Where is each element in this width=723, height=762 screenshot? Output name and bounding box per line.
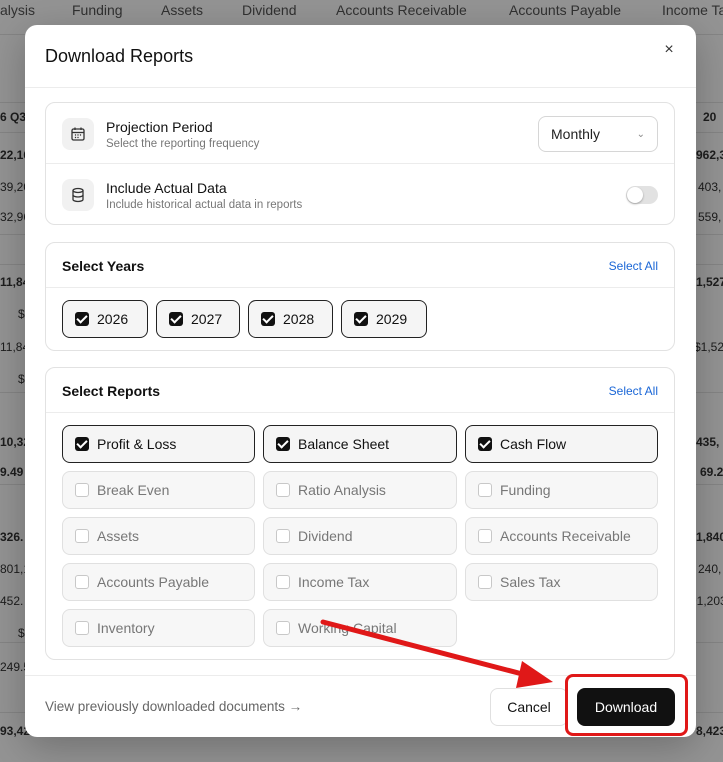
checkbox-unchecked-icon <box>478 529 492 543</box>
select-all-years-link[interactable]: Select All <box>609 259 658 273</box>
checkbox-unchecked-icon <box>75 529 89 543</box>
calendar-icon <box>62 118 94 150</box>
report-chip-assets[interactable]: Assets <box>62 517 255 555</box>
report-chip-break-even[interactable]: Break Even <box>62 471 255 509</box>
year-chip-2027[interactable]: 2027 <box>156 300 240 338</box>
checkbox-unchecked-icon <box>276 529 290 543</box>
select-years-card: Select Years Select All 2026 2027 2028 2… <box>45 242 675 351</box>
year-chip-2028[interactable]: 2028 <box>248 300 333 338</box>
checkbox-unchecked-icon <box>75 575 89 589</box>
report-chip-funding[interactable]: Funding <box>465 471 658 509</box>
checkbox-checked-icon <box>354 312 368 326</box>
report-chip-sales-tax[interactable]: Sales Tax <box>465 563 658 601</box>
report-chip-balance-sheet[interactable]: Balance Sheet <box>263 425 457 463</box>
checkbox-unchecked-icon <box>276 621 290 635</box>
select-reports-card: Select Reports Select All Profit & Loss … <box>45 367 675 660</box>
projection-period-select[interactable]: Monthly ⌄ <box>538 116 658 152</box>
checkbox-checked-icon <box>169 312 183 326</box>
report-chip-accounts-payable[interactable]: Accounts Payable <box>62 563 255 601</box>
projection-period-subtitle: Select the reporting frequency <box>106 138 260 150</box>
dialog-title: Download Reports <box>45 46 194 66</box>
report-chip-cash-flow[interactable]: Cash Flow <box>465 425 658 463</box>
checkbox-checked-icon <box>75 437 89 451</box>
report-chip-ratio-analysis[interactable]: Ratio Analysis <box>263 471 457 509</box>
options-card: Projection Period Select the reporting f… <box>45 102 675 225</box>
select-reports-title: Select Reports <box>62 383 161 399</box>
checkbox-unchecked-icon <box>276 575 290 589</box>
chevron-down-icon: ⌄ <box>636 128 645 140</box>
checkbox-unchecked-icon <box>75 483 89 497</box>
checkbox-unchecked-icon <box>75 621 89 635</box>
select-reports-header: Select Reports Select All <box>46 368 674 413</box>
report-chip-income-tax[interactable]: Income Tax <box>263 563 457 601</box>
dialog-body: Projection Period Select the reporting f… <box>45 102 675 677</box>
checkbox-unchecked-icon <box>478 575 492 589</box>
report-chip-inventory[interactable]: Inventory <box>62 609 255 647</box>
actual-data-row: Include Actual Data Include historical a… <box>46 164 674 225</box>
cancel-button[interactable]: Cancel <box>490 688 568 726</box>
actual-data-title: Include Actual Data <box>106 180 227 196</box>
checkbox-checked-icon <box>276 437 290 451</box>
download-highlight-box <box>565 674 688 736</box>
actual-data-toggle[interactable] <box>626 186 658 204</box>
database-icon <box>62 179 94 211</box>
checkbox-checked-icon <box>75 312 89 326</box>
year-chip-2026[interactable]: 2026 <box>62 300 148 338</box>
close-button[interactable]: × <box>660 41 678 59</box>
select-years-header: Select Years Select All <box>46 243 674 288</box>
year-chip-2029[interactable]: 2029 <box>341 300 427 338</box>
select-years-title: Select Years <box>62 258 145 274</box>
checkbox-checked-icon <box>261 312 275 326</box>
checkbox-checked-icon <box>478 437 492 451</box>
download-reports-dialog: Download Reports × Projection Period Sel… <box>25 25 696 737</box>
header-divider <box>25 87 696 88</box>
checkbox-unchecked-icon <box>276 483 290 497</box>
report-chip-profit-loss[interactable]: Profit & Loss <box>62 425 255 463</box>
close-icon: × <box>664 41 674 58</box>
actual-data-subtitle: Include historical actual data in report… <box>106 199 303 211</box>
projection-period-row: Projection Period Select the reporting f… <box>46 103 674 164</box>
projection-period-title: Projection Period <box>106 119 213 135</box>
report-chip-dividend[interactable]: Dividend <box>263 517 457 555</box>
checkbox-unchecked-icon <box>478 483 492 497</box>
report-chip-working-capital[interactable]: Working Capital <box>263 609 457 647</box>
projection-period-value: Monthly <box>551 126 601 142</box>
select-all-reports-link[interactable]: Select All <box>609 384 658 398</box>
view-downloaded-documents-link[interactable]: View previously downloaded documents → <box>45 699 302 714</box>
report-chip-accounts-receivable[interactable]: Accounts Receivable <box>465 517 658 555</box>
